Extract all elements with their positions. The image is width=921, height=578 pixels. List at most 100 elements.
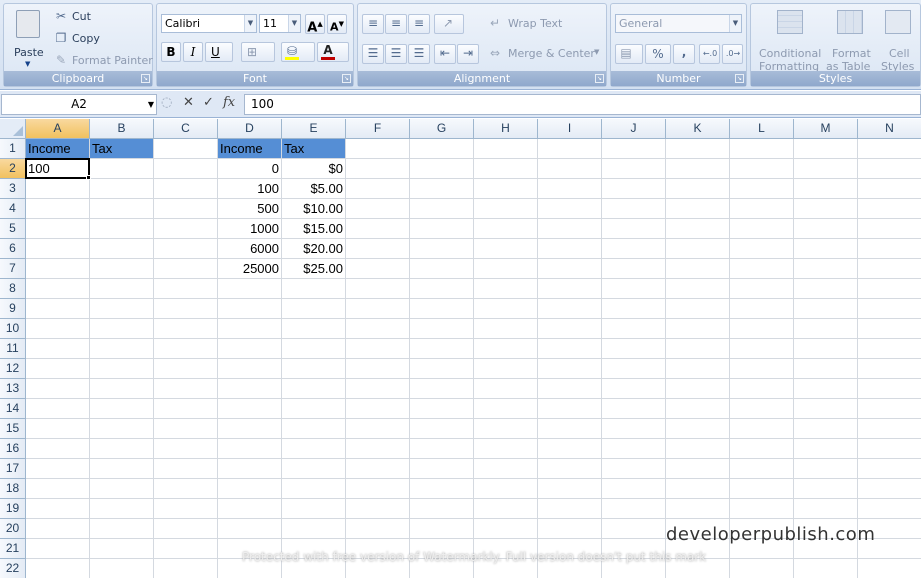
cell-h1[interactable] [474,139,538,159]
cell-e12[interactable] [282,359,346,379]
row-header-17[interactable]: 17 [0,459,26,479]
copy-button[interactable]: ❐ Copy [54,30,149,48]
cell-f5[interactable] [346,219,410,239]
row-header-15[interactable]: 15 [0,419,26,439]
cell-k18[interactable] [666,479,730,499]
cell-h11[interactable] [474,339,538,359]
cell-g11[interactable] [410,339,474,359]
cell-f15[interactable] [346,419,410,439]
formula-input[interactable]: 100 [244,94,921,115]
cell-c22[interactable] [154,559,218,578]
cell-a11[interactable] [26,339,90,359]
cell-d17[interactable] [218,459,282,479]
align-left-button[interactable]: ☰ [362,44,384,64]
cell-g19[interactable] [410,499,474,519]
cell-l12[interactable] [730,359,794,379]
cell-b20[interactable] [90,519,154,539]
cell-f6[interactable] [346,239,410,259]
cell-d19[interactable] [218,499,282,519]
cell-h18[interactable] [474,479,538,499]
cell-m10[interactable] [794,319,858,339]
cell-i7[interactable] [538,259,602,279]
cell-k13[interactable] [666,379,730,399]
cell-c13[interactable] [154,379,218,399]
cell-b18[interactable] [90,479,154,499]
column-header-a[interactable]: A [26,119,90,139]
conditional-formatting-button[interactable]: Conditional Formatting [755,8,825,73]
cell-b16[interactable] [90,439,154,459]
row-header-12[interactable]: 12 [0,359,26,379]
cell-e4[interactable]: $10.00 [282,199,346,219]
cell-k14[interactable] [666,399,730,419]
column-header-f[interactable]: F [346,119,410,139]
cell-f12[interactable] [346,359,410,379]
row-header-5[interactable]: 5 [0,219,26,239]
cell-n13[interactable] [858,379,921,399]
format-painter-button[interactable]: ✎ Format Painter [54,52,153,70]
cell-c21[interactable] [154,539,218,559]
cell-m14[interactable] [794,399,858,419]
cell-a10[interactable] [26,319,90,339]
row-header-14[interactable]: 14 [0,399,26,419]
cell-n18[interactable] [858,479,921,499]
align-right-button[interactable]: ☰ [408,44,430,64]
cell-a18[interactable] [26,479,90,499]
cell-c3[interactable] [154,179,218,199]
cell-d4[interactable]: 500 [218,199,282,219]
cell-m3[interactable] [794,179,858,199]
row-header-1[interactable]: 1 [0,139,26,159]
cell-h3[interactable] [474,179,538,199]
cell-f1[interactable] [346,139,410,159]
cell-g4[interactable] [410,199,474,219]
cell-l10[interactable] [730,319,794,339]
cell-c10[interactable] [154,319,218,339]
cell-c2[interactable] [154,159,218,179]
cell-d8[interactable] [218,279,282,299]
cell-f13[interactable] [346,379,410,399]
cell-f18[interactable] [346,479,410,499]
cell-b12[interactable] [90,359,154,379]
cell-i16[interactable] [538,439,602,459]
cell-n3[interactable] [858,179,921,199]
cell-g2[interactable] [410,159,474,179]
cell-g16[interactable] [410,439,474,459]
cell-h9[interactable] [474,299,538,319]
row-header-3[interactable]: 3 [0,179,26,199]
cell-b1[interactable]: Tax [90,139,154,159]
row-header-6[interactable]: 6 [0,239,26,259]
grow-font-button[interactable]: A▲ [305,14,325,35]
cell-f14[interactable] [346,399,410,419]
cell-a14[interactable] [26,399,90,419]
cell-i11[interactable] [538,339,602,359]
cell-k4[interactable] [666,199,730,219]
cell-f9[interactable] [346,299,410,319]
cell-f16[interactable] [346,439,410,459]
cell-m15[interactable] [794,419,858,439]
merge-center-button[interactable]: ⇔ Merge & Center ▼ [488,44,603,64]
cell-g3[interactable] [410,179,474,199]
cell-i20[interactable] [538,519,602,539]
cell-h10[interactable] [474,319,538,339]
cell-b11[interactable] [90,339,154,359]
cell-e17[interactable] [282,459,346,479]
cell-j13[interactable] [602,379,666,399]
cell-e15[interactable] [282,419,346,439]
column-header-h[interactable]: H [474,119,538,139]
splitter-icon[interactable]: ◌ [161,95,172,110]
number-launcher-icon[interactable]: ↘ [735,74,744,83]
row-header-18[interactable]: 18 [0,479,26,499]
cell-h12[interactable] [474,359,538,379]
cell-i5[interactable] [538,219,602,239]
increase-indent-button[interactable]: ⇥ [457,44,479,64]
cell-c16[interactable] [154,439,218,459]
cell-j12[interactable] [602,359,666,379]
select-all-button[interactable] [0,119,26,139]
cell-j11[interactable] [602,339,666,359]
cell-e2[interactable]: $0 [282,159,346,179]
cell-a19[interactable] [26,499,90,519]
cell-k12[interactable] [666,359,730,379]
cell-h2[interactable] [474,159,538,179]
cell-a16[interactable] [26,439,90,459]
font-size-select[interactable]: 11 ▼ [259,14,301,33]
cell-f4[interactable] [346,199,410,219]
